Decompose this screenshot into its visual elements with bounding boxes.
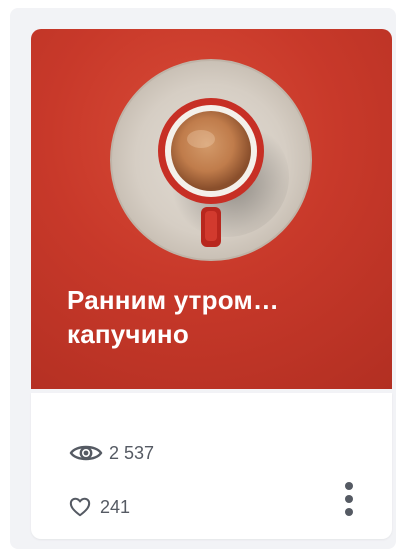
article-title-line-1: Ранним утром… bbox=[67, 285, 280, 315]
article-card[interactable]: Ранним утром… капучино 2 537 241 bbox=[31, 29, 392, 539]
article-title-line-2: капучино bbox=[67, 319, 189, 349]
eye-icon bbox=[69, 445, 103, 461]
views-stat: 2 537 bbox=[69, 441, 154, 465]
article-stats: 2 537 241 bbox=[31, 393, 392, 539]
more-vertical-icon[interactable] bbox=[337, 477, 361, 521]
views-count: 2 537 bbox=[109, 442, 155, 463]
heart-icon[interactable] bbox=[69, 496, 91, 518]
article-title[interactable]: Ранним утром… капучино bbox=[67, 283, 367, 351]
article-cover[interactable]: Ранним утром… капучино bbox=[31, 29, 392, 389]
likes-stat[interactable]: 241 bbox=[69, 496, 130, 518]
likes-count: 241 bbox=[100, 496, 131, 517]
